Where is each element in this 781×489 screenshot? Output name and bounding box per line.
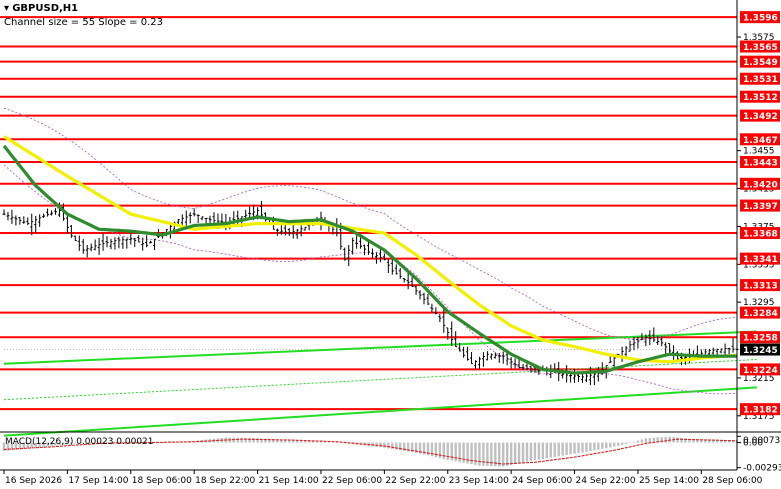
macd-histogram-bar: [601, 442, 604, 449]
macd-histogram-bar: [712, 440, 715, 443]
macd-histogram-bar: [644, 438, 648, 443]
level-tag-label: 1.3397: [743, 202, 778, 212]
macd-histogram-bar: [620, 442, 624, 446]
macd-histogram-bar: [533, 442, 537, 461]
macd-histogram-bar: [549, 442, 552, 458]
macd-histogram-bar: [585, 442, 588, 452]
level-tag-label: 1.3182: [743, 406, 778, 416]
level-tag-label: 1.3512: [743, 93, 778, 103]
macd-histogram-bar: [335, 442, 339, 444]
symbol-title: ▾ GBPUSD,H1: [4, 3, 78, 15]
macd-histogram-bar: [517, 442, 521, 464]
time-tick-label: 22 Sep 22:00: [385, 476, 445, 486]
level-tag-label: 1.3549: [743, 58, 778, 68]
level-tag-label: 1.3224: [743, 366, 778, 376]
time-tick-label: 18 Sep 22:00: [195, 476, 255, 486]
macd-histogram-bar: [521, 442, 525, 463]
macd-histogram-bar: [624, 442, 628, 444]
macd-histogram-bar: [379, 442, 382, 448]
macd-tick-label: -0.00293: [743, 464, 781, 474]
macd-histogram-bar: [612, 442, 616, 447]
macd-histogram-bar: [708, 440, 711, 443]
level-tag-label: 1.3341: [743, 255, 778, 265]
macd-histogram-bar: [723, 440, 727, 443]
macd-histogram-bar: [676, 437, 679, 443]
macd-histogram-bar: [616, 442, 620, 446]
time-tick-label: 24 Sep 06:00: [512, 476, 572, 486]
macd-histogram-bar: [581, 442, 584, 453]
macd-histogram-bar: [680, 437, 683, 443]
level-tag-label: 1.3258: [743, 334, 778, 344]
macd-histogram-bar: [525, 442, 529, 462]
level-tag-label: 1.3313: [743, 282, 778, 292]
macd-histogram-bar: [331, 442, 335, 443]
macd-histogram-bar: [391, 442, 394, 449]
price-tick-label: 1.3455: [743, 147, 775, 157]
macd-histogram-bar: [529, 442, 533, 461]
macd-histogram-bar: [545, 442, 549, 459]
macd-histogram-bar: [597, 442, 600, 450]
macd-histogram-bar: [628, 442, 632, 444]
macd-histogram-bar: [505, 442, 509, 466]
price-chart[interactable]: 1.35751.34551.34151.33751.33351.32951.32…: [0, 0, 781, 489]
time-tick-label: 23 Sep 14:00: [449, 476, 509, 486]
time-tick-label: 22 Sep 06:00: [322, 476, 382, 486]
macd-histogram-bar: [609, 442, 612, 448]
macd-histogram-bar: [236, 437, 239, 443]
level-tag-label: 1.3467: [743, 136, 778, 146]
level-tag-label: 1.3596: [743, 14, 778, 24]
macd-histogram-bar: [640, 439, 644, 443]
macd-histogram-bar: [383, 442, 386, 448]
macd-tick-label: 0.00: [743, 439, 763, 449]
time-tick-label: 24 Sep 22:00: [576, 476, 636, 486]
macd-histogram-bar: [648, 438, 652, 443]
symbol-marker-icon: ▾: [4, 3, 10, 14]
macd-histogram-bar: [553, 442, 556, 457]
macd-histogram-bar: [589, 442, 592, 452]
macd-histogram-bar: [387, 442, 390, 449]
level-tag-label: 1.3368: [743, 230, 778, 240]
time-tick-label: 16 Sep 2026: [5, 476, 62, 486]
level-tag-label: 1.3420: [743, 180, 778, 190]
current-price-label: 1.3245: [743, 346, 778, 356]
level-tag-label: 1.3565: [743, 43, 778, 53]
macd-histogram-bar: [498, 442, 501, 467]
time-tick-label: 21 Sep 14:00: [259, 476, 319, 486]
macd-histogram-bar: [605, 442, 608, 449]
macd-histogram-bar: [513, 442, 517, 464]
macd-histogram-bar: [537, 442, 541, 460]
macd-histogram-bar: [577, 442, 580, 454]
macd-histogram-bar: [509, 442, 513, 465]
macd-histogram-bar: [478, 442, 481, 466]
level-tag-label: 1.3284: [743, 309, 778, 319]
symbol-label: GBPUSD,H1: [12, 3, 79, 14]
macd-histogram-bar: [664, 436, 667, 443]
level-tag-label: 1.3443: [743, 159, 778, 169]
macd-histogram-bar: [541, 442, 545, 459]
macd-histogram-bar: [569, 442, 572, 455]
macd-histogram-bar: [561, 442, 564, 456]
macd-histogram-bar: [715, 440, 719, 443]
time-tick-label: 25 Sep 14:00: [639, 476, 699, 486]
time-tick-label: 17 Sep 14:00: [68, 476, 128, 486]
level-tag-label: 1.3531: [743, 75, 778, 85]
macd-histogram-bar: [502, 442, 505, 467]
macd-histogram-bar: [636, 440, 640, 443]
macd-histogram-bar: [632, 441, 636, 443]
macd-histogram-bar: [719, 440, 723, 443]
macd-histogram-bar: [565, 442, 568, 455]
macd-histogram-bar: [557, 442, 560, 457]
macd-histogram-bar: [573, 442, 576, 454]
channel-info: Channel size = 55 Slope = 0.23: [4, 17, 164, 28]
level-tag-label: 1.3492: [743, 112, 778, 122]
time-tick-label: 28 Sep 06:00: [702, 476, 762, 486]
macd-histogram-bar: [593, 442, 596, 451]
macd-label: MACD(12,26,9) 0.00023 0.00021: [5, 437, 154, 447]
time-tick-label: 18 Sep 06:00: [132, 476, 192, 486]
